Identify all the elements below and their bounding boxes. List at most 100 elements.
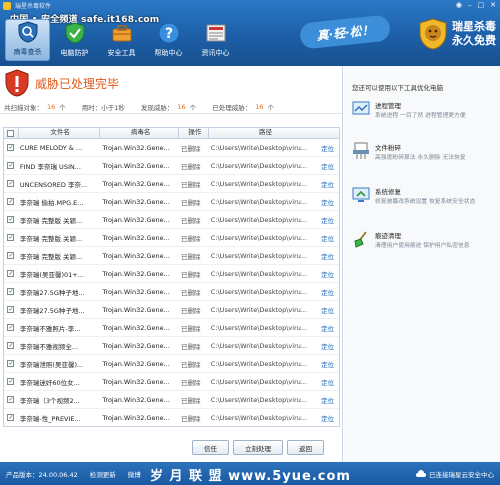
- trust-button[interactable]: 信任: [192, 440, 229, 455]
- col-path[interactable]: 路径: [207, 127, 319, 139]
- cell-op: 已删除: [180, 378, 201, 387]
- table-row[interactable]: ✓ CURE MELODY & ... Trojan.Win32.Gene... 已删…: [4, 139, 339, 157]
- row-checkbox[interactable]: ✓: [7, 306, 15, 313]
- col-file[interactable]: 文件名: [17, 127, 100, 139]
- locate-link[interactable]: 定位: [319, 269, 339, 279]
- locate-link[interactable]: 定位: [319, 143, 339, 153]
- row-checkbox[interactable]: ✓: [7, 216, 15, 223]
- row-checkbox[interactable]: ✓: [7, 180, 15, 187]
- locate-link[interactable]: 定位: [319, 323, 339, 333]
- row-checkbox[interactable]: ✓: [7, 396, 15, 403]
- handle-now-button[interactable]: 立刻处理: [233, 440, 283, 455]
- row-checkbox[interactable]: ✓: [7, 144, 15, 151]
- col-virus[interactable]: 病毒名: [99, 127, 178, 139]
- row-checkbox[interactable]: ✓: [7, 414, 15, 421]
- table-row[interactable]: ✓ 李奈瑞（3个视频2... Trojan.Win32.Gene... 已删除 C:\U…: [4, 391, 339, 409]
- shield-scan-icon: [16, 20, 40, 44]
- minimize-button[interactable]: –: [468, 1, 472, 9]
- table-row[interactable]: ✓ 李奈瑞泄照(吴亚馨)... Trojan.Win32.Gene... 已删除 C:\…: [4, 355, 339, 373]
- locate-link[interactable]: 定位: [319, 215, 339, 225]
- row-checkbox[interactable]: ✓: [7, 288, 15, 295]
- row-checkbox[interactable]: ✓: [7, 234, 15, 241]
- row-checkbox[interactable]: ✓: [7, 378, 15, 385]
- row-checkbox[interactable]: ✓: [7, 252, 15, 259]
- cell-file: 李奈瑞不雅视频全...: [19, 342, 79, 351]
- locate-link[interactable]: 定位: [319, 359, 339, 369]
- row-checkbox[interactable]: ✓: [7, 324, 15, 331]
- row-checkbox[interactable]: ✓: [7, 162, 15, 169]
- locate-link[interactable]: 定位: [319, 161, 339, 171]
- locate-link[interactable]: 定位: [319, 395, 339, 405]
- table-row[interactable]: ✓ UNCENSORED 李奈... Trojan.Win32.Gene... 已删除…: [4, 175, 339, 193]
- nav-help-center[interactable]: ? 帮助中心: [146, 19, 191, 61]
- table-row[interactable]: ✓ 李奈瑞(吴亚馨)01+... Trojan.Win32.Gene... 已删除 C:…: [4, 265, 339, 283]
- nav-pc-protect[interactable]: 电脑防护: [52, 19, 97, 61]
- cell-file: 李奈瑞 完整版 关颖...: [19, 252, 83, 261]
- locate-link[interactable]: 定位: [319, 341, 339, 351]
- brand-line-2: 永久免费: [452, 34, 496, 47]
- table-row[interactable]: ✓ FIND 李奈瑞 USIN... Trojan.Win32.Gene... 已删除…: [4, 157, 339, 175]
- cell-virus: Trojan.Win32.Gene...: [102, 143, 170, 152]
- shredder-icon: [353, 142, 369, 159]
- row-checkbox[interactable]: ✓: [7, 342, 15, 349]
- cell-op: 已删除: [180, 216, 201, 225]
- cell-path: C:\Users\Write\Desktop\viru...: [210, 413, 308, 422]
- cloud-status[interactable]: 已连接瑞星云安全中心: [415, 469, 494, 479]
- locate-link[interactable]: 定位: [319, 305, 339, 315]
- cell-file: 李奈瑞(吴亚馨)01+...: [19, 270, 84, 279]
- table-row[interactable]: ✓ 李奈瑞不雅照片-李... Trojan.Win32.Gene... 已删除 C:\U…: [4, 319, 339, 337]
- cell-virus: Trojan.Win32.Gene...: [102, 215, 170, 224]
- skin-icon[interactable]: ◉: [456, 1, 462, 9]
- locate-link[interactable]: 定位: [319, 377, 339, 387]
- table-row[interactable]: ✓ 李奈瑞不雅视频全... Trojan.Win32.Gene... 已删除 C:\Us…: [4, 337, 339, 355]
- nav-news-center[interactable]: 资讯中心: [193, 19, 238, 61]
- back-button[interactable]: 返回: [287, 440, 324, 455]
- cell-op: 已删除: [180, 288, 201, 297]
- scanned-label: 共扫描对象：: [4, 103, 43, 112]
- table-row[interactable]: ✓ 李奈瑞27.5G种子地... Trojan.Win32.Gene... 已删除 C:…: [4, 301, 339, 319]
- time-label: 用时：: [81, 103, 102, 112]
- col-op[interactable]: 操作: [177, 127, 208, 139]
- cell-file: 李奈瑞 完整版 关颖...: [19, 216, 83, 225]
- nav-label: 电脑防护: [60, 49, 89, 57]
- cell-op: 已删除: [180, 162, 201, 171]
- locate-link[interactable]: 定位: [319, 233, 339, 243]
- table-row[interactable]: ✓ 李奈瑞27.5G种子地... Trojan.Win32.Gene... 已删除 C:…: [4, 283, 339, 301]
- nav-security-tools[interactable]: 安全工具: [99, 19, 144, 61]
- cell-op: 已删除: [180, 342, 201, 351]
- table-row[interactable]: ✓ 李奈瑞 完整版 关颖... Trojan.Win32.Gene... 已删除 C:\…: [4, 211, 339, 229]
- locate-link[interactable]: 定位: [319, 287, 339, 297]
- table-row[interactable]: ✓ 李奈瑞 完整版 关颖... Trojan.Win32.Gene... 已删除 C:\…: [4, 247, 339, 265]
- locate-link[interactable]: 定位: [319, 197, 339, 207]
- row-checkbox[interactable]: ✓: [7, 198, 15, 205]
- row-checkbox[interactable]: ✓: [7, 270, 15, 277]
- table-row[interactable]: ✓ 李奈瑞 偷拍.MPG.E... Trojan.Win32.Gene... 已删除 C…: [4, 193, 339, 211]
- select-all-checkbox[interactable]: [7, 129, 15, 137]
- nav-label: 安全工具: [107, 49, 136, 57]
- locate-link[interactable]: 定位: [319, 251, 339, 261]
- maximize-button[interactable]: □: [478, 1, 485, 9]
- row-checkbox[interactable]: ✓: [7, 360, 15, 367]
- action-buttons: 信任 立刻处理 返回: [192, 440, 324, 455]
- check-update-link[interactable]: 检测更新: [90, 469, 116, 479]
- weibo-link[interactable]: 微博: [128, 469, 141, 479]
- slogan-banner: 真·轻·松！: [298, 14, 392, 50]
- tool-system-repair[interactable]: 系统修复 修复被篡改系统设置 恢复系统安全状态: [352, 186, 498, 207]
- cell-file: 李奈瑞（3个视频2...: [19, 396, 80, 405]
- tool-process-manager[interactable]: 进程管理 系统进程 一目了然 进程管理更方便: [352, 100, 498, 121]
- nav-virus-scan[interactable]: 病毒查杀: [5, 19, 50, 61]
- tool-trace-cleaner[interactable]: 痕迹清理 清理用户使用痕迹 保护用户私密信息: [352, 230, 498, 251]
- locate-link[interactable]: 定位: [319, 413, 339, 423]
- table-row[interactable]: ✓ 李奈瑞 完整版 关颖... Trojan.Win32.Gene... 已删除 C:\…: [4, 229, 339, 247]
- broom-icon: [354, 231, 367, 248]
- cell-file: FIND 李奈瑞 USIN...: [19, 162, 81, 171]
- tool-file-shredder[interactable]: 文件粉碎 高强度粉碎算法 永久删除 无法恢复: [352, 142, 498, 163]
- table-row[interactable]: ✓ 李奈瑞迷奸60位女... Trojan.Win32.Gene... 已删除 C:\U…: [4, 373, 339, 391]
- brand-line-1: 瑞星杀毒: [452, 20, 496, 33]
- tool-name: 文件粉碎: [375, 144, 401, 152]
- locate-link[interactable]: 定位: [319, 179, 339, 189]
- tools-title: 您还可以使用以下工具优化电脑: [352, 84, 443, 92]
- close-button[interactable]: ✕: [490, 1, 496, 9]
- warning-shield-icon: [5, 69, 29, 97]
- table-row[interactable]: ✓ 李奈瑞-性_PREVIE... Trojan.Win32.Gene... 已删除 C…: [4, 409, 339, 426]
